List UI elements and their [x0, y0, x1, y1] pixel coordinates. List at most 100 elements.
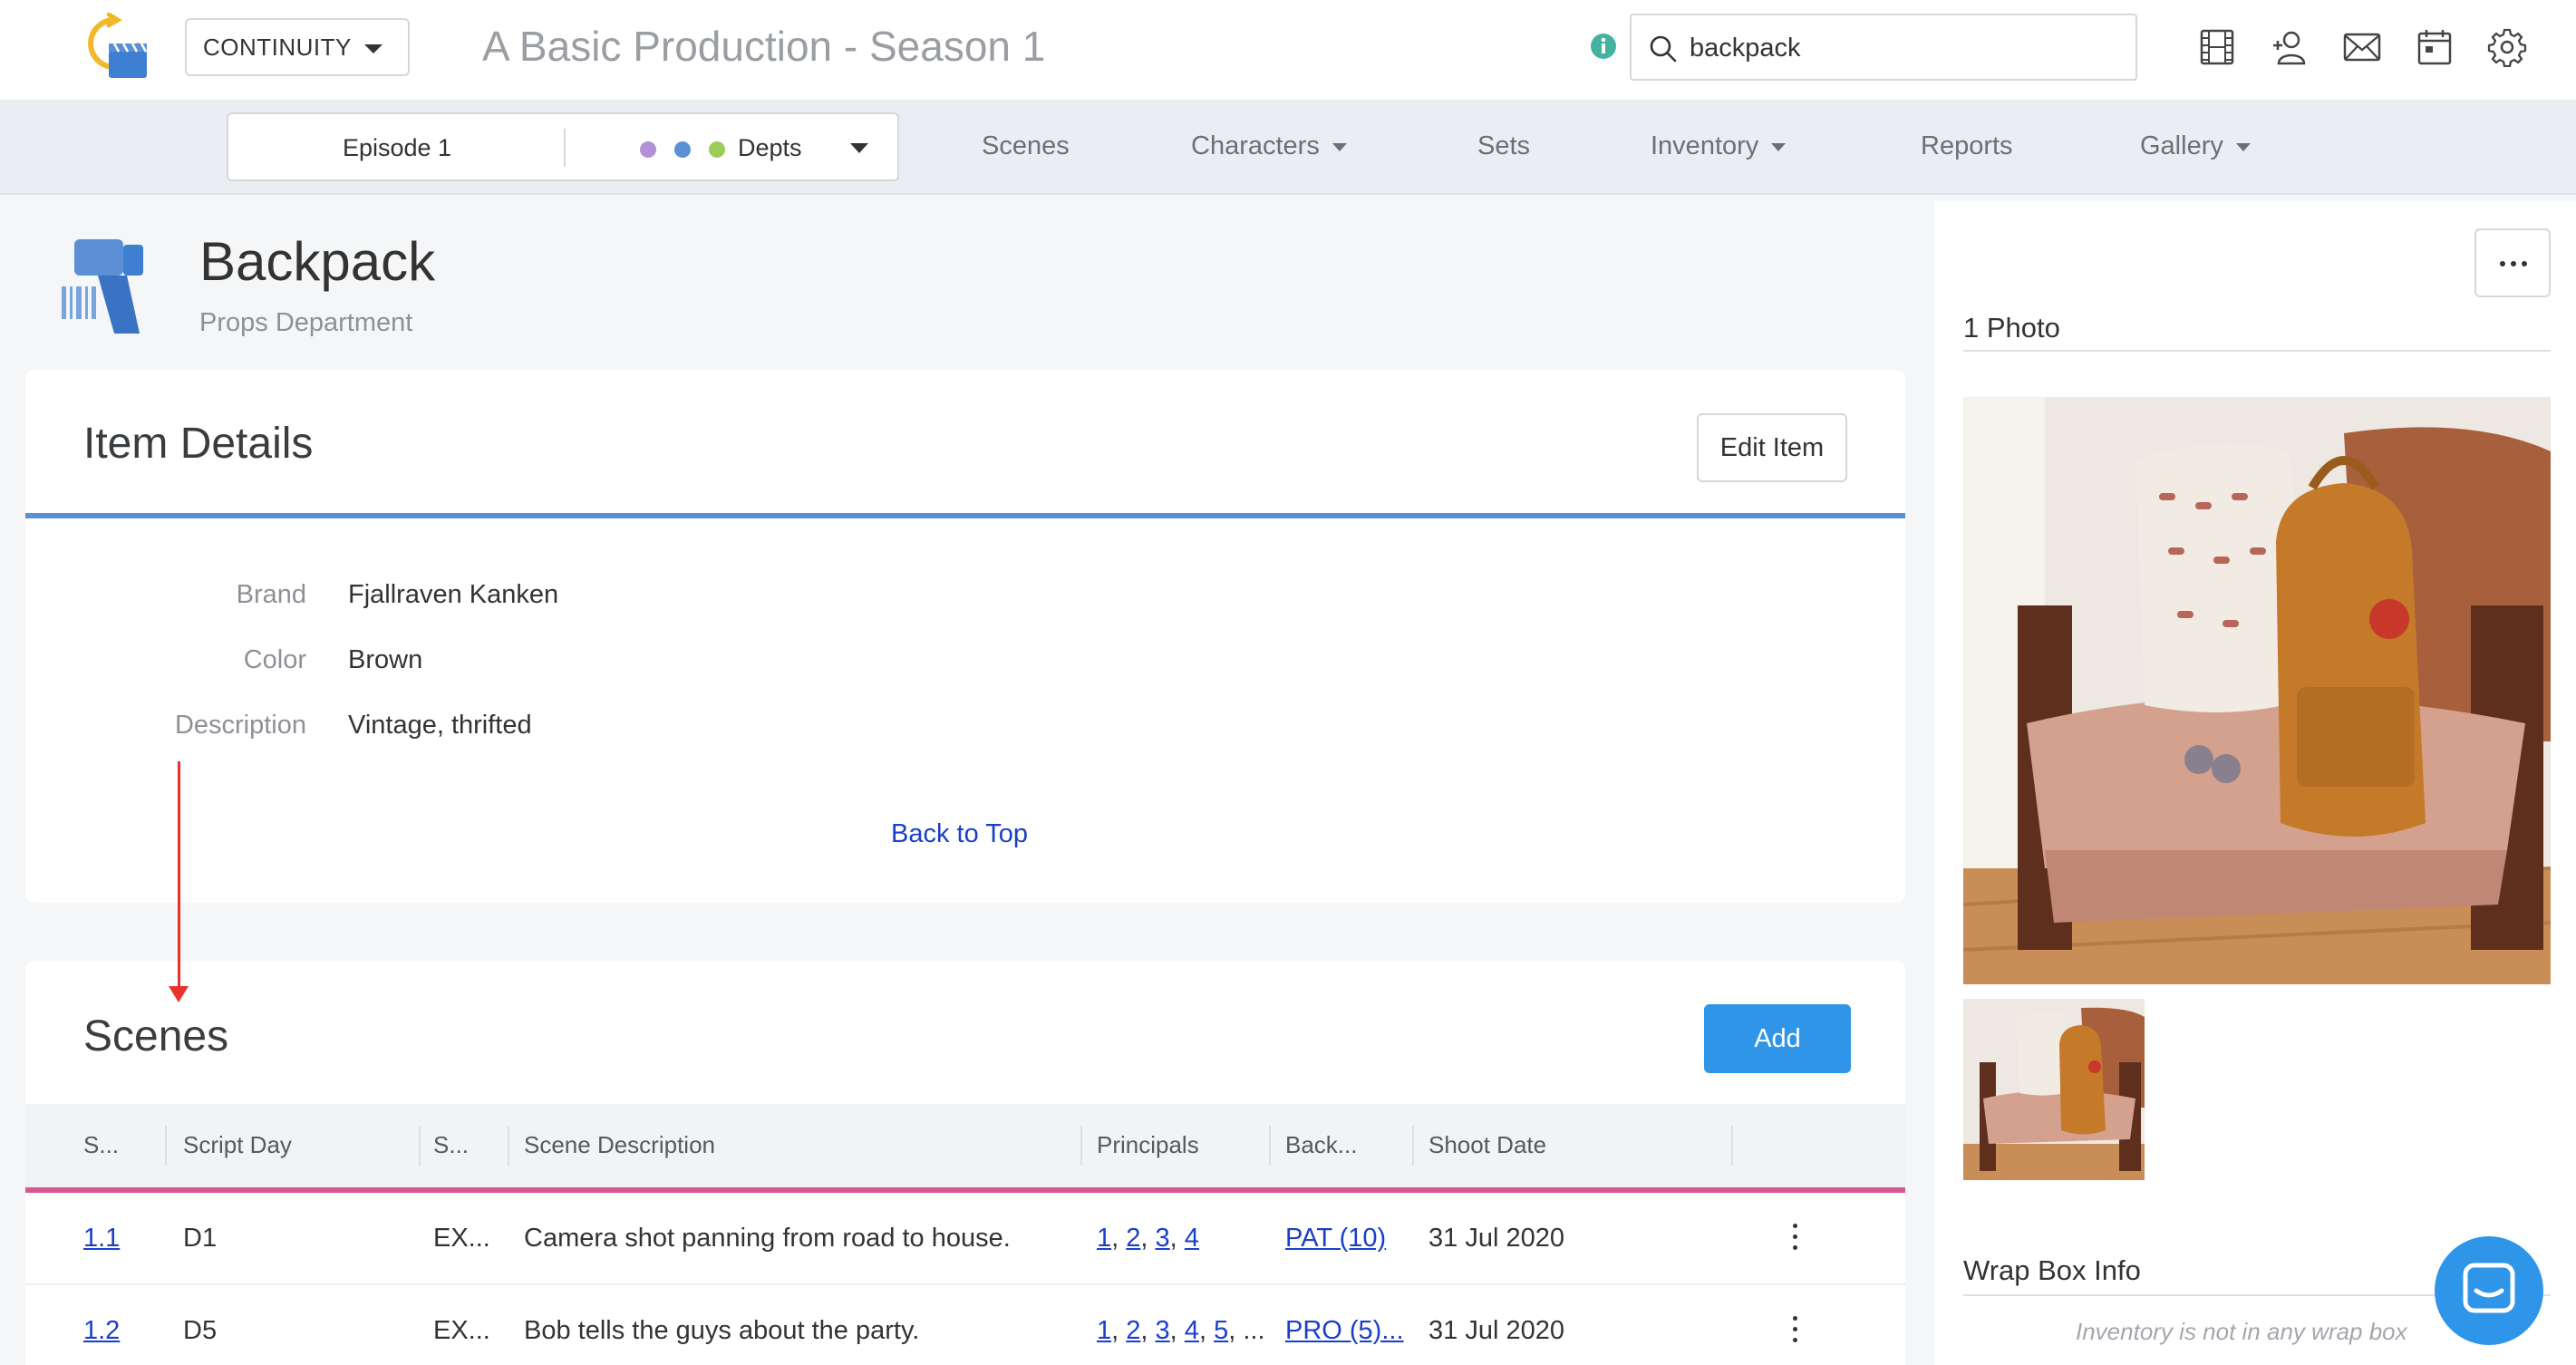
nav-bar: Episode 1 Depts Scenes Characters Sets I…: [0, 100, 2576, 195]
col-shoot-date[interactable]: Shoot Date: [1428, 1131, 1546, 1159]
script-day-cell: D5: [183, 1316, 218, 1345]
description-value: Vintage, thrifted: [348, 711, 532, 740]
nav-sets[interactable]: Sets: [1477, 131, 1530, 161]
table-row[interactable]: 1.1 D1 EX... Camera shot panning from ro…: [25, 1193, 1905, 1285]
set-cell: EX...: [433, 1316, 490, 1345]
col-resize-handle[interactable]: [1080, 1126, 1082, 1166]
row-menu-icon[interactable]: [1793, 1224, 1800, 1254]
departments-select[interactable]: Depts: [738, 134, 802, 162]
module-select-label: CONTINUITY: [203, 33, 352, 61]
search-box[interactable]: [1630, 14, 2137, 81]
chat-launcher-button[interactable]: [2435, 1236, 2543, 1345]
item-title: Backpack: [199, 231, 436, 292]
nav-scenes-label: Scenes: [982, 131, 1070, 160]
ellipsis-dot: [2511, 261, 2516, 266]
item-details-heading: Item Details: [83, 420, 314, 468]
nav-scenes[interactable]: Scenes: [982, 131, 1070, 161]
col-resize-handle[interactable]: [508, 1126, 509, 1166]
add-user-icon[interactable]: [2270, 27, 2310, 67]
principal-link[interactable]: 2: [1126, 1224, 1140, 1253]
col-resize-handle[interactable]: [1412, 1126, 1414, 1166]
item-photo-main[interactable]: [1963, 397, 2551, 984]
nav-inventory[interactable]: Inventory: [1651, 131, 1787, 161]
dept-dot-blue: [674, 141, 691, 158]
dept-dot-purple: [640, 141, 656, 158]
principal-link[interactable]: 2: [1126, 1316, 1140, 1345]
search-icon: [1650, 35, 1677, 63]
description-cell: Bob tells the guys about the party.: [524, 1316, 920, 1345]
col-scene[interactable]: S...: [83, 1131, 119, 1159]
row-menu-icon[interactable]: [1793, 1316, 1800, 1347]
chevron-down-icon: [364, 44, 383, 53]
episode-dept-selector: Episode 1 Depts: [227, 112, 899, 181]
shoot-date-cell: 31 Jul 2020: [1428, 1224, 1564, 1253]
background-link[interactable]: PAT (10): [1285, 1224, 1386, 1254]
top-bar: CONTINUITY A Basic Production - Season 1: [0, 0, 2576, 100]
shoot-date-cell: 31 Jul 2020: [1428, 1316, 1564, 1345]
film-icon[interactable]: [2197, 27, 2237, 67]
scenes-card: Scenes Add S... Script Day S... Scene De…: [25, 961, 1905, 1365]
ellipsis-dot: [2522, 261, 2527, 266]
principal-link[interactable]: 1: [1097, 1316, 1111, 1345]
selector-divider: [564, 129, 566, 167]
add-scene-button[interactable]: Add: [1704, 1004, 1851, 1073]
script-day-cell: D1: [183, 1224, 218, 1253]
principals-overflow: ...: [1243, 1316, 1265, 1345]
principal-link[interactable]: 3: [1156, 1316, 1170, 1345]
scene-number-link[interactable]: 1.2: [83, 1316, 120, 1346]
principals-cell: 1, 2, 3, 4: [1097, 1224, 1199, 1253]
col-set[interactable]: S...: [433, 1131, 469, 1159]
info-icon[interactable]: [1590, 33, 1617, 60]
nav-characters[interactable]: Characters: [1191, 131, 1347, 161]
back-to-top-link[interactable]: Back to Top: [891, 819, 1028, 849]
item-details-card: Item Details Edit Item Brand Fjallraven …: [25, 370, 1905, 903]
table-row[interactable]: 1.2 D5 EX... Bob tells the guys about th…: [25, 1285, 1905, 1365]
chevron-down-icon: [1332, 142, 1347, 151]
set-cell: EX...: [433, 1224, 490, 1253]
episode-select[interactable]: Episode 1: [228, 134, 566, 162]
photos-heading: 1 Photo: [1963, 312, 2060, 344]
more-options-button[interactable]: [2474, 228, 2551, 297]
props-scanner-icon: [62, 239, 143, 334]
chevron-down-icon[interactable]: [850, 143, 868, 153]
col-scene-description[interactable]: Scene Description: [524, 1131, 715, 1159]
nav-reports[interactable]: Reports: [1921, 131, 2013, 161]
principal-link[interactable]: 5: [1214, 1316, 1228, 1345]
principal-link[interactable]: 4: [1185, 1316, 1199, 1345]
chat-icon: [2463, 1263, 2515, 1313]
calendar-icon[interactable]: [2415, 27, 2455, 67]
col-resize-handle[interactable]: [1731, 1126, 1733, 1166]
chevron-down-icon: [2235, 142, 2251, 151]
photos-divider: [1963, 350, 2551, 352]
color-label: Color: [243, 645, 306, 674]
col-background[interactable]: Back...: [1285, 1131, 1357, 1159]
col-resize-handle[interactable]: [419, 1126, 421, 1166]
app-logo-icon[interactable]: [78, 13, 156, 82]
col-script-day[interactable]: Script Day: [183, 1131, 292, 1159]
principal-link[interactable]: 4: [1185, 1224, 1199, 1253]
principal-link[interactable]: 3: [1156, 1224, 1170, 1253]
scenes-heading: Scenes: [83, 1012, 229, 1060]
principal-link[interactable]: 1: [1097, 1224, 1111, 1253]
scene-number-link[interactable]: 1.1: [83, 1224, 120, 1254]
production-title: A Basic Production - Season 1: [482, 23, 1046, 70]
module-select[interactable]: CONTINUITY: [185, 18, 410, 76]
mail-icon[interactable]: [2342, 27, 2382, 67]
col-resize-handle[interactable]: [165, 1126, 167, 1166]
background-link[interactable]: PRO (5)...: [1285, 1316, 1404, 1346]
nav-characters-label: Characters: [1191, 131, 1320, 160]
col-resize-handle[interactable]: [1269, 1126, 1271, 1166]
description-cell: Camera shot panning from road to house.: [524, 1224, 1011, 1253]
ellipsis-dot: [2500, 261, 2505, 266]
chevron-down-icon: [1771, 142, 1787, 151]
brand-label: Brand: [236, 580, 306, 609]
nav-gallery[interactable]: Gallery: [2140, 131, 2251, 161]
search-input[interactable]: [1690, 28, 2125, 68]
description-label: Description: [174, 711, 306, 740]
edit-item-button[interactable]: Edit Item: [1697, 413, 1847, 482]
item-photo-thumbnail[interactable]: [1963, 999, 2145, 1180]
col-principals[interactable]: Principals: [1097, 1131, 1199, 1159]
annotation-arrow-head: [169, 986, 189, 1002]
settings-gear-icon[interactable]: [2487, 27, 2527, 67]
principals-cell: 1, 2, 3, 4, 5, ...: [1097, 1316, 1265, 1345]
